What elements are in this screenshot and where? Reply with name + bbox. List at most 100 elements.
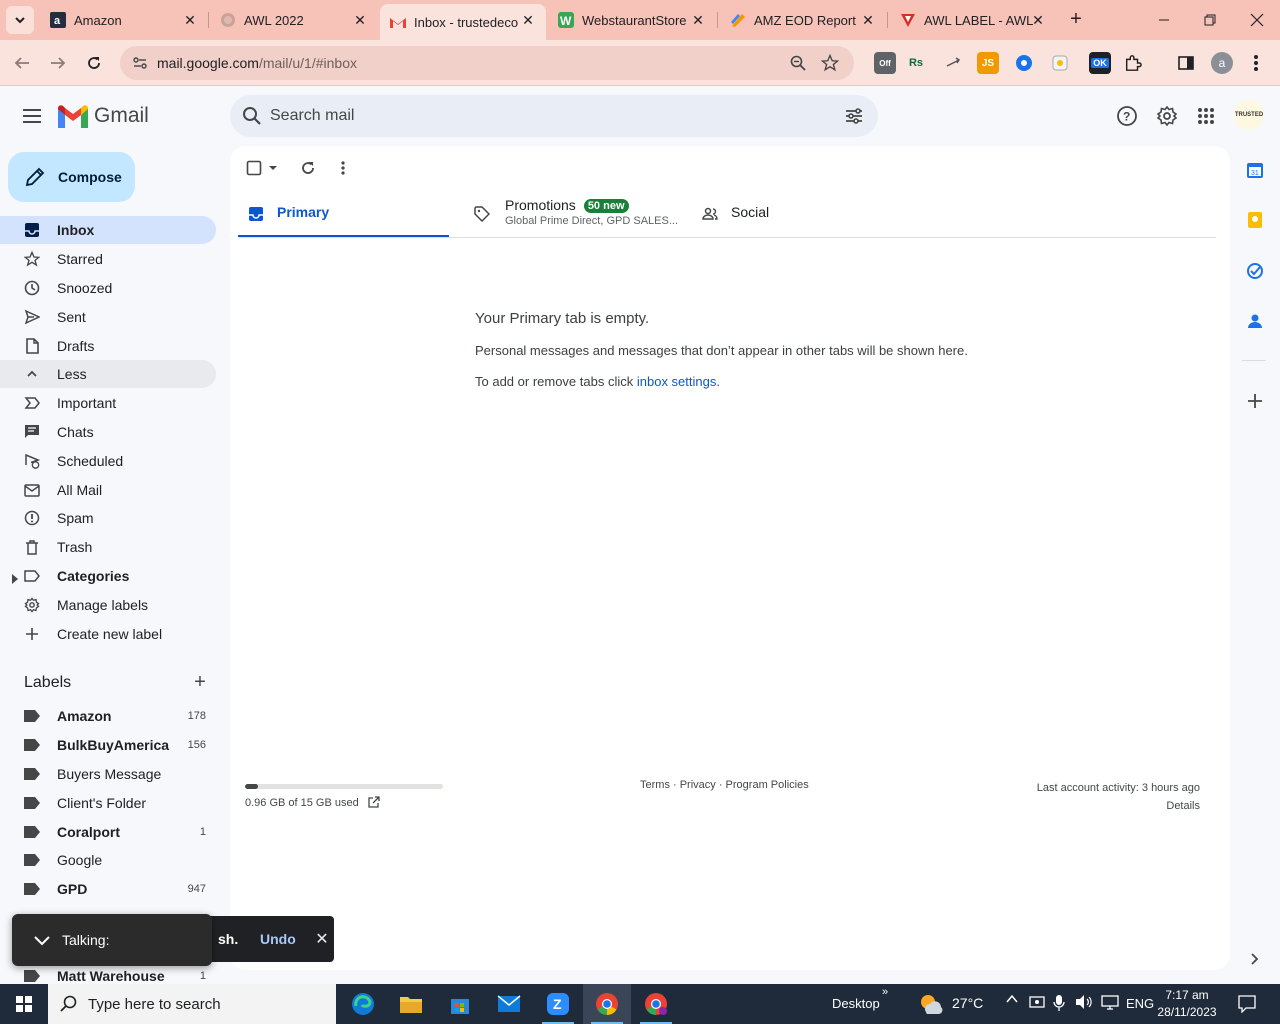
extension-rs[interactable]: Rs <box>905 52 927 74</box>
back-button[interactable] <box>7 48 37 78</box>
close-icon[interactable]: ✕ <box>312 929 332 949</box>
search-options-icon[interactable] <box>844 106 864 126</box>
nav-starred[interactable]: Starred <box>0 245 216 273</box>
close-tab-icon[interactable]: ✕ <box>182 12 198 28</box>
show-hidden-icons-icon[interactable] <box>1005 992 1019 1009</box>
nav-chats[interactable]: Chats <box>0 418 216 446</box>
policies-links[interactable]: Terms · Privacy · Program Policies <box>640 779 809 791</box>
close-tab-icon[interactable]: ✕ <box>690 12 706 28</box>
compose-button[interactable]: Compose <box>8 152 135 202</box>
select-all-checkbox[interactable] <box>246 158 278 178</box>
extension-off[interactable]: Off <box>874 52 896 74</box>
label-item[interactable]: Client's Folder <box>0 789 216 817</box>
nav-inbox[interactable]: Inbox <box>0 216 216 244</box>
site-settings-icon[interactable] <box>132 55 148 71</box>
expand-arrow-icon[interactable] <box>12 571 18 587</box>
more-options-button[interactable] <box>341 158 345 178</box>
toolbar-overflow-icon[interactable]: » <box>882 986 888 998</box>
details-link[interactable]: Details <box>1037 797 1200 815</box>
bookmark-star-icon[interactable] <box>820 53 840 73</box>
extension-puzzle-color-icon[interactable] <box>1049 52 1071 74</box>
input-language[interactable]: ENG <box>1126 996 1154 1011</box>
desktop-toolbar-label[interactable]: Desktop <box>832 996 880 1011</box>
caret-down-icon[interactable] <box>268 164 278 172</box>
gmail-logo[interactable]: Gmail <box>58 104 149 128</box>
microphone-icon[interactable] <box>1053 994 1065 1015</box>
close-tab-icon[interactable]: ✕ <box>352 12 368 28</box>
extension-gear-icon[interactable] <box>1013 52 1035 74</box>
nav-categories[interactable]: Categories <box>0 562 216 590</box>
show-side-panel-icon[interactable] <box>1244 948 1266 970</box>
account-button[interactable]: TRUSTED <box>1234 100 1264 130</box>
chrome-icon[interactable] <box>583 984 631 1024</box>
open-external-icon[interactable] <box>367 796 380 809</box>
extensions-puzzle-icon[interactable] <box>1122 52 1144 74</box>
tab-search-button[interactable] <box>6 6 34 34</box>
close-tab-icon[interactable]: ✕ <box>860 12 876 28</box>
nav-sent[interactable]: Sent <box>0 303 216 331</box>
tab-social[interactable]: Social <box>692 192 892 238</box>
new-tab-button[interactable]: + <box>1064 8 1088 32</box>
label-item[interactable]: Google <box>0 846 216 874</box>
nav-create-label[interactable]: Create new label <box>0 620 216 648</box>
forward-button[interactable] <box>43 48 73 78</box>
reload-button[interactable] <box>79 48 109 78</box>
nav-drafts[interactable]: Drafts <box>0 332 216 360</box>
extension-arrows-icon[interactable] <box>942 52 964 74</box>
nav-manage-labels[interactable]: Manage labels <box>0 591 216 619</box>
browser-tab-amazon[interactable]: a Amazon ✕ <box>40 4 208 36</box>
browser-tab-awl-label[interactable]: AWL LABEL - AWL ✕ <box>890 4 1056 36</box>
talking-indicator[interactable]: Talking: <box>12 914 212 966</box>
settings-button[interactable] <box>1155 104 1179 128</box>
browser-tab-inbox[interactable]: Inbox - trustedeco ✕ <box>380 4 546 40</box>
extension-ok[interactable]: OK <box>1089 52 1111 74</box>
contacts-icon[interactable] <box>1244 310 1266 332</box>
label-item[interactable]: BulkBuyAmerica 156 <box>0 731 216 759</box>
refresh-button[interactable] <box>300 158 316 178</box>
browser-tab-amz-eod[interactable]: AMZ EOD Report ✕ <box>720 4 886 36</box>
search-bar[interactable] <box>230 95 878 137</box>
side-panel-icon[interactable] <box>1175 52 1197 74</box>
microsoft-store-icon[interactable] <box>436 984 484 1024</box>
edge-icon[interactable] <box>339 984 387 1024</box>
nav-less-toggle[interactable]: Less <box>0 360 216 388</box>
profile-avatar[interactable]: a <box>1211 52 1233 74</box>
restore-button[interactable] <box>1187 0 1233 40</box>
main-menu-button[interactable] <box>20 104 44 128</box>
label-item[interactable]: Amazon 178 <box>0 702 216 730</box>
network-icon[interactable] <box>1101 994 1119 1013</box>
nav-all-mail[interactable]: All Mail <box>0 476 216 504</box>
nav-trash[interactable]: Trash <box>0 533 216 561</box>
close-tab-icon[interactable]: ✕ <box>1030 12 1046 28</box>
support-button[interactable]: ? <box>1115 104 1139 128</box>
label-item[interactable]: Buyers Message <box>0 760 216 788</box>
chrome-profile-icon[interactable] <box>632 984 680 1024</box>
extension-js[interactable]: JS <box>977 52 999 74</box>
keep-icon[interactable] <box>1244 209 1266 231</box>
taskbar-clock[interactable]: 7:17 am 28/11/2023 <box>1152 987 1222 1021</box>
close-window-button[interactable] <box>1234 0 1280 40</box>
label-item[interactable]: GPD 947 <box>0 875 216 903</box>
address-bar[interactable]: mail.google.com/mail/u/1/#inbox <box>120 46 854 80</box>
tab-primary[interactable]: Primary <box>238 192 449 238</box>
nav-spam[interactable]: Spam <box>0 504 216 532</box>
speaker-icon[interactable] <box>1075 994 1093 1013</box>
nav-scheduled[interactable]: Scheduled <box>0 447 216 475</box>
weather-icon[interactable] <box>918 992 944 1019</box>
tasks-icon[interactable] <box>1244 260 1266 282</box>
search-icon[interactable] <box>242 106 262 126</box>
close-tab-icon[interactable]: ✕ <box>520 12 536 28</box>
weather-temperature[interactable]: 27°C <box>952 995 983 1011</box>
search-input[interactable] <box>270 95 830 137</box>
file-explorer-icon[interactable] <box>387 984 435 1024</box>
zoom-icon[interactable] <box>788 53 808 73</box>
undo-button[interactable]: Undo <box>260 931 296 947</box>
start-button[interactable] <box>0 984 48 1024</box>
label-item[interactable]: Coralport 1 <box>0 818 216 846</box>
google-apps-button[interactable] <box>1194 104 1218 128</box>
minimize-button[interactable] <box>1141 0 1187 40</box>
mail-app-icon[interactable] <box>485 984 533 1024</box>
create-label-plus-icon[interactable]: + <box>190 672 210 693</box>
tray-device-icon[interactable] <box>1029 994 1045 1013</box>
browser-menu-icon[interactable] <box>1245 52 1267 74</box>
